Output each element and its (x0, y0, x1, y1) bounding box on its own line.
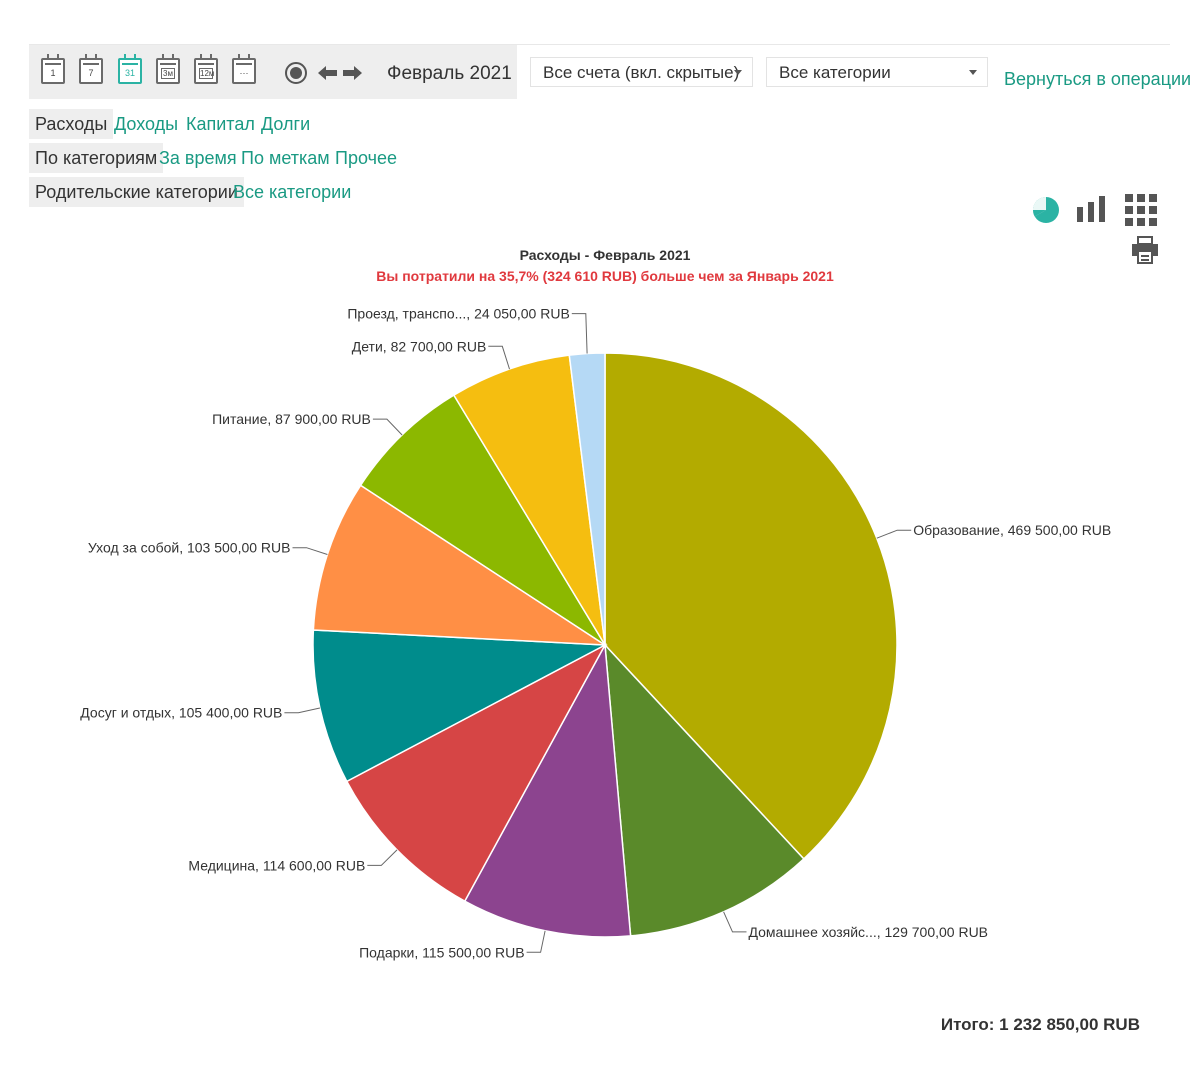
pie-slice-label: Медицина, 114 600,00 RUB (188, 857, 365, 873)
total-amount: Итого: 1 232 850,00 RUB (940, 1015, 1140, 1034)
pie-label-connector (292, 547, 328, 555)
pie-slice-label: Домашнее хозяйс..., 129 700,00 RUB (749, 924, 989, 940)
pie-label-connector (723, 911, 747, 933)
pie-slice-label: Проезд, транспо..., 24 050,00 RUB (347, 306, 569, 322)
pie-label-connector (372, 418, 403, 436)
pie-label-connector (571, 313, 588, 354)
pie-slices (312, 352, 898, 938)
pie-slice-label: Дети, 82 700,00 RUB (352, 338, 487, 354)
pie-slice-label: Уход за собой, 103 500,00 RUB (88, 540, 291, 556)
chart-title: Расходы - Февраль 2021 (520, 247, 691, 263)
pie-label-connector (526, 930, 546, 953)
pie-slice-label: Досуг и отдых, 105 400,00 RUB (80, 705, 282, 721)
expenses-pie-chart: Расходы - Февраль 2021 Вы потратили на 3… (80, 247, 1111, 960)
pie-label-connector (284, 707, 321, 714)
pie-label-connector (367, 849, 398, 866)
pie-label-connector (488, 345, 510, 370)
pie-label-connector (876, 529, 912, 539)
pie-slice-label: Питание, 87 900,00 RUB (212, 411, 371, 427)
pie-slice-label: Образование, 469 500,00 RUB (913, 522, 1111, 538)
pie-slice-label: Подарки, 115 500,00 RUB (359, 944, 524, 960)
chart-subtitle: Вы потратили на 35,7% (324 610 RUB) боль… (376, 268, 834, 284)
